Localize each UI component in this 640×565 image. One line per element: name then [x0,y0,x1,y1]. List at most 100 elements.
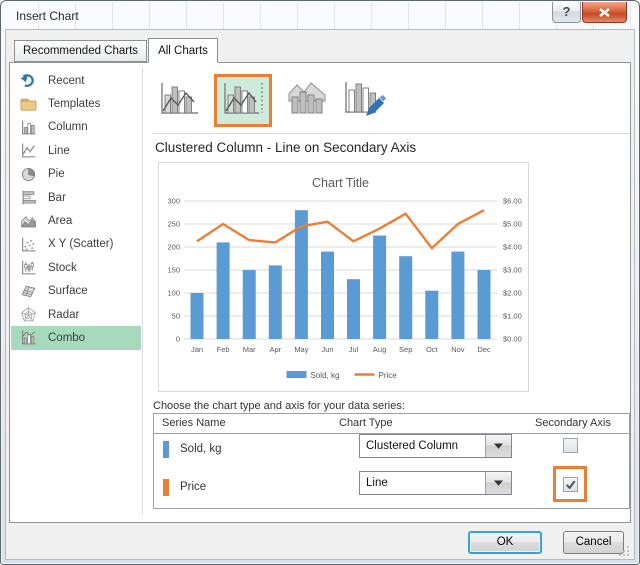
cancel-button[interactable]: Cancel [563,531,624,554]
series-prompt: Choose the chart type and axis for your … [153,400,405,412]
bar-Jun [321,251,334,339]
templates-icon [20,96,37,113]
sidebar-item-label: Templates [48,98,101,111]
left-axis-tick: 0 [176,335,180,344]
subtype-clustered-column-line-secondary-axis[interactable] [214,73,272,127]
custom-combination-icon [345,82,387,116]
combo-chart-preview-svg: Chart Title 0 $0.00 50 $1.00 100 $2.00 150 $3.00… [167,176,522,380]
sidebar-divider [142,67,143,515]
series-name-sold: Sold, kg [180,443,222,455]
bar-Feb [216,242,230,339]
right-axis-tick: $4.00 [503,243,522,252]
ok-button[interactable]: OK [468,531,542,554]
right-axis-tick: $2.00 [503,289,522,298]
sidebar-item-label: Bar [48,191,66,204]
help-button[interactable]: ? [552,2,581,23]
bar-Dec [477,270,491,339]
sidebar-item-pie[interactable]: Pie [11,163,141,186]
sidebar-item-column[interactable]: Column [11,116,141,139]
right-axis-tick: $6.00 [503,197,522,206]
x-axis-tick: Feb [217,345,230,354]
sidebar-item-templates[interactable]: Templates [11,92,141,115]
pie-chart-icon [20,166,37,183]
series-swatch-sold [163,441,169,458]
sidebar-item-stock[interactable]: Stock [11,256,141,279]
tab-recommended-charts[interactable]: Recommended Charts [14,40,148,62]
subtype-clustered-column-line[interactable] [156,78,202,122]
dialog-title: Insert Chart [16,9,79,23]
stacked-area-clustered-column-icon [288,82,326,114]
bar-chart-icon [20,189,37,206]
bar-Nov [451,251,465,339]
sidebar-item-recent[interactable]: Recent [11,69,141,92]
tab-all-charts[interactable]: All Charts [148,38,218,63]
sidebar-item-combo[interactable]: Combo [11,326,141,350]
resize-grip[interactable] [617,544,630,557]
left-axis-tick: 150 [167,266,180,275]
chart-preview-panel: Chart Title 0 $0.00 50 $1.00 100 $2.00 150 $3.00… [158,162,529,392]
left-axis-tick: 250 [167,220,180,229]
sidebar-item-surface[interactable]: Surface [11,280,141,303]
x-axis-tick: Nov [451,345,465,354]
area-chart-icon [20,213,37,230]
chart-type-value-price: Line [366,477,388,489]
subtype-divider [153,133,630,134]
bar-Sep [399,256,413,339]
sidebar-item-radar[interactable]: Radar [11,303,141,326]
column-chart-icon [20,119,37,136]
sidebar-item-line[interactable]: Line [11,139,141,162]
x-axis-tick: Oct [426,345,439,354]
sidebar-item-label: X Y (Scatter) [48,238,114,251]
combo-chart-icon [20,329,37,346]
left-axis-tick: 200 [167,243,180,252]
chart-type-dropdown-sold[interactable]: Clustered Column [359,434,512,458]
scatter-chart-icon [20,236,37,253]
tab-strip: Recommended Charts All Charts [14,38,219,63]
sidebar-item-label: Recent [48,74,85,87]
close-button[interactable] [582,2,627,23]
right-axis-tick: $3.00 [503,266,522,275]
right-axis-tick: $1.00 [503,312,522,321]
subtype-stacked-area-clustered-column[interactable] [284,78,330,122]
x-axis-tick: Jul [349,345,359,354]
left-axis-tick: 100 [167,289,180,298]
right-axis-tick: $5.00 [503,220,522,229]
column-header-series-name: Series Name [162,417,226,429]
line-chart-icon [20,142,37,159]
price-line [196,209,485,250]
combo-subtype-row [156,71,388,129]
subtype-custom-combination[interactable] [342,78,388,122]
series-swatch-price [163,479,169,496]
combo-chart-preview: Chart Title 0 $0.00 50 $1.00 100 $2.00 150 $3.00… [159,163,528,396]
sidebar-item-bar[interactable]: Bar [11,186,141,209]
bar-Aug [373,235,387,339]
dropdown-arrow-icon[interactable] [485,435,511,457]
legend-swatch-sold [286,371,307,378]
dialog-frame: Insert Chart ? Recommended Charts All Ch… [0,0,640,565]
stock-chart-icon [20,259,37,276]
x-axis-tick: Jan [191,345,203,354]
x-axis-tick: Apr [269,345,281,354]
bar-Oct [425,290,439,339]
x-axis-tick: May [294,345,308,354]
title-bar[interactable]: Insert Chart [2,2,638,29]
legend-label-price: Price [379,371,398,380]
sidebar-item-area[interactable]: Area [11,209,141,232]
left-axis-tick: 50 [172,312,180,321]
dropdown-arrow-icon[interactable] [485,472,511,494]
bar-Jul [347,279,360,339]
recent-icon [20,72,37,89]
x-axis-tick: Aug [373,345,386,354]
sidebar-item-label: Pie [48,168,65,181]
secondary-axis-checkbox-price[interactable] [562,476,578,492]
clustered-column-line-icon [161,83,198,114]
sidebar-item-scatter[interactable]: X Y (Scatter) [11,233,141,256]
bar-Mar [242,270,256,339]
sidebar-item-label: Surface [48,285,88,298]
secondary-axis-checkbox-sold[interactable] [563,438,578,453]
sidebar-item-label: Area [48,215,73,228]
chart-type-dropdown-price[interactable]: Line [359,471,512,495]
surface-chart-icon [20,283,37,300]
sidebar-item-label: Combo [48,331,86,344]
close-icon [599,7,610,17]
